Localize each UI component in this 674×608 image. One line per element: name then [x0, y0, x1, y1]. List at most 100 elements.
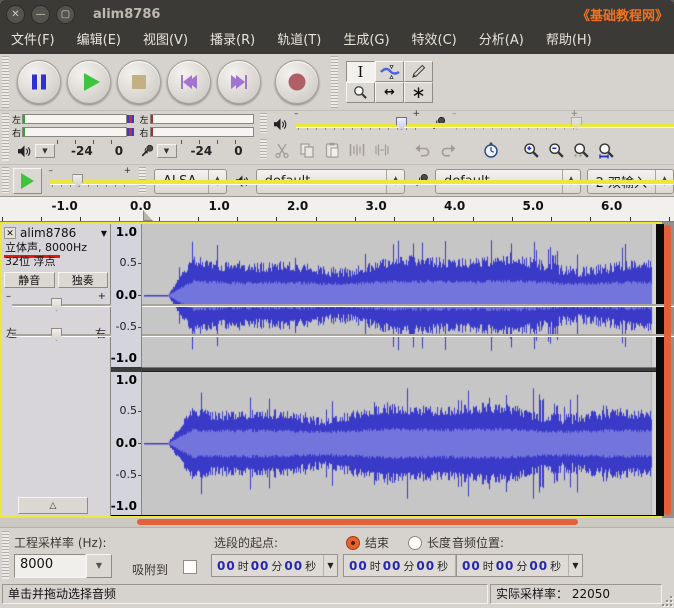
time-digits[interactable]: 00 [496, 559, 515, 573]
speaker-icon [273, 118, 288, 131]
cut-button[interactable] [269, 138, 294, 162]
window-maximize-button[interactable]: ▢ [56, 4, 75, 24]
play-at-speed-button[interactable] [12, 168, 43, 194]
radio-end[interactable]: 结束 [346, 534, 389, 551]
collapse-track-button[interactable]: △ [18, 497, 88, 514]
selection-tool-button[interactable]: I [346, 61, 375, 82]
transport-toolbar-grip[interactable] [2, 56, 9, 108]
gain-slider[interactable]: – + [6, 291, 674, 314]
menu-transport[interactable]: 播录(R) [199, 28, 266, 54]
time-digits[interactable]: 00 [284, 559, 303, 573]
track-menu-arrow-icon[interactable]: ▼ [101, 229, 110, 238]
zoom-out-button[interactable] [544, 138, 569, 162]
vertical-scrollbar[interactable] [664, 225, 671, 515]
dropdown-arrow-icon[interactable]: ▼ [323, 555, 337, 576]
edit-toolbar-grip[interactable] [260, 139, 267, 159]
menu-edit[interactable]: 编辑(E) [66, 28, 132, 54]
envelope-tool-button[interactable] [375, 61, 404, 82]
menu-bar: 文件(F) 编辑(E) 视图(V) 播录(R) 轨道(T) 生成(G) 特效(C… [0, 28, 674, 54]
menu-generate[interactable]: 生成(G) [332, 28, 400, 54]
time-digits[interactable]: 00 [251, 559, 270, 573]
record-button[interactable] [275, 60, 319, 104]
time-digits[interactable]: 00 [349, 559, 368, 573]
menu-help[interactable]: 帮助(H) [535, 28, 603, 54]
radio-length[interactable]: 长度 [408, 534, 451, 551]
input-volume-slider[interactable]: – + [452, 109, 674, 131]
stop-button[interactable] [117, 60, 161, 104]
recording-meter[interactable]: 左 右 ▼ -24 0 [139, 111, 254, 163]
recording-meter-left-bar[interactable] [149, 114, 254, 124]
window-title: alim8786 [93, 6, 161, 22]
dropdown-arrow-icon[interactable]: ▼ [86, 554, 112, 578]
output-volume-slider[interactable]: – + [294, 109, 674, 131]
horizontal-scrollbar-thumb[interactable] [137, 519, 578, 525]
meter-tick--24: -24 [190, 144, 213, 158]
fit-project-button[interactable] [594, 138, 619, 162]
snap-to-checkbox[interactable] [183, 560, 197, 574]
playback-meter-dropdown[interactable]: ▼ [35, 144, 55, 158]
time-digits[interactable]: 00 [529, 559, 548, 573]
timeline-ruler[interactable]: -1.0 0.0 1.0 2.0 3.0 4.0 5.0 6.0 [0, 196, 674, 222]
redo-button[interactable] [435, 138, 460, 162]
project-rate-select[interactable]: 8000 ▼ [14, 554, 112, 578]
sync-lock-button[interactable] [478, 138, 503, 162]
fit-selection-button[interactable] [569, 138, 594, 162]
time-digits[interactable]: 00 [383, 559, 402, 573]
waveform-channel-1[interactable] [142, 224, 656, 367]
horizontal-scrollbar[interactable] [0, 518, 674, 527]
menu-view[interactable]: 视图(V) [132, 28, 199, 54]
menu-file[interactable]: 文件(F) [0, 28, 66, 54]
fit-project-icon [598, 142, 615, 158]
audio-position-field[interactable]: 00 时 00 分 00 秒 ▼ [456, 554, 583, 577]
tools-toolbar-grip[interactable] [331, 56, 338, 108]
track-close-button[interactable]: ✕ [4, 227, 16, 239]
transcription-toolbar-grip[interactable] [2, 167, 9, 193]
draw-tool-button[interactable] [404, 61, 433, 82]
solo-button[interactable]: 独奏 [57, 272, 108, 288]
time-digits[interactable]: 00 [416, 559, 435, 573]
title-bar[interactable]: ✕ — ▢ alim8786 《基础教程网》 [0, 0, 674, 28]
dropdown-arrow-icon[interactable]: ▼ [568, 555, 582, 576]
silence-audio-button[interactable] [369, 138, 394, 162]
copy-icon [299, 142, 315, 158]
pause-button[interactable] [17, 60, 61, 104]
time-digits[interactable]: 00 [217, 559, 236, 573]
mixer-toolbar-grip[interactable] [260, 113, 267, 133]
playback-meter-left-bar[interactable] [22, 114, 134, 124]
recording-meter-dropdown[interactable]: ▼ [156, 144, 177, 158]
pan-slider[interactable]: 左右 [6, 327, 674, 344]
zoom-in-button[interactable] [519, 138, 544, 162]
skip-to-end-button[interactable] [217, 60, 261, 104]
menu-analyze[interactable]: 分析(A) [468, 28, 535, 54]
paste-button[interactable] [319, 138, 344, 162]
skip-to-start-button[interactable] [167, 60, 211, 104]
vertical-ruler-channel-1[interactable]: 1.0 0.5 0.0 -0.5 -1.0 [111, 224, 142, 367]
selection-start-field[interactable]: 00 时 00 分 00 秒 ▼ [211, 554, 338, 577]
window-minimize-button[interactable]: — [31, 4, 50, 24]
vertical-ruler-channel-2[interactable]: 1.0 0.5 0.0 -0.5 -1.0 [111, 372, 142, 515]
undo-button[interactable] [410, 138, 435, 162]
playback-meter[interactable]: 左 右 ▼ -24 0 [11, 111, 134, 163]
selection-end-field[interactable]: 00时 00分 00秒 ▼ [343, 554, 470, 577]
zoom-tool-button[interactable] [346, 82, 375, 103]
waveform-channel-2[interactable] [142, 372, 656, 515]
menu-tracks[interactable]: 轨道(T) [266, 28, 332, 54]
timeshift-tool-button[interactable]: ↔ [375, 82, 404, 103]
playback-meter-right-bar[interactable] [22, 127, 134, 137]
multi-tool-button[interactable]: ∗ [404, 82, 433, 103]
copy-button[interactable] [294, 138, 319, 162]
play-at-speed-icon [21, 173, 35, 189]
recording-meter-right-bar[interactable] [149, 127, 254, 137]
resize-grip[interactable] [660, 594, 672, 606]
time-digits[interactable]: 00 [462, 559, 481, 573]
window-close-button[interactable]: ✕ [6, 4, 25, 24]
selection-toolbar-grip[interactable] [2, 531, 9, 579]
play-button[interactable] [67, 60, 111, 104]
mute-button[interactable]: 静音 [4, 272, 55, 288]
meter-toolbar-grip[interactable] [2, 113, 9, 161]
playback-speed-slider[interactable]: – + [48, 166, 674, 188]
trim-audio-button[interactable] [344, 138, 369, 162]
skip-to-start-icon [181, 75, 197, 89]
pencil-icon [411, 64, 426, 79]
menu-effect[interactable]: 特效(C) [401, 28, 468, 54]
